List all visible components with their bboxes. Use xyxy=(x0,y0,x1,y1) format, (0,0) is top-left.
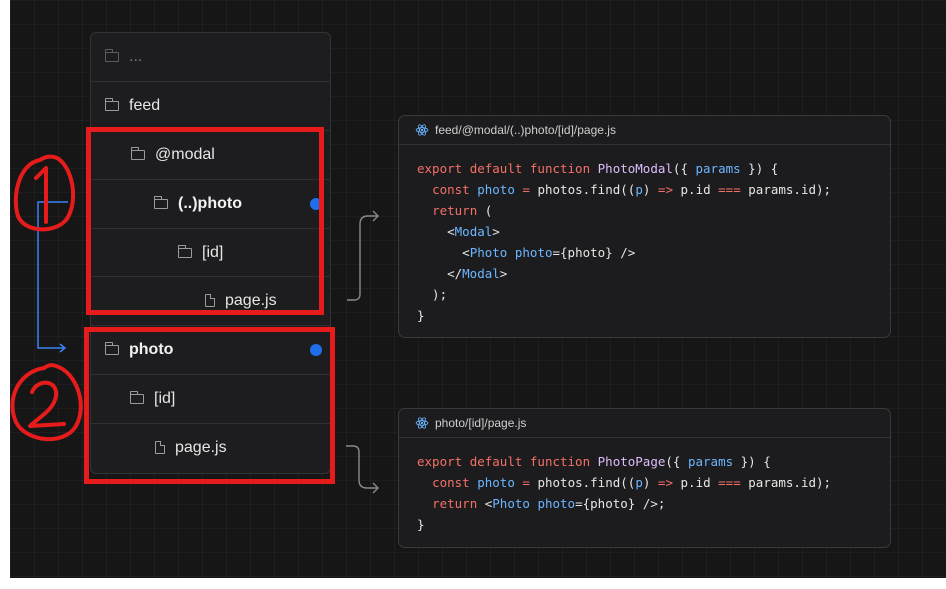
annotation-circle-two xyxy=(10,363,83,441)
annotation-digit-two xyxy=(28,380,66,428)
connector-layer xyxy=(10,154,379,494)
bracket-connector-one xyxy=(347,215,377,301)
bracket-connector-two xyxy=(346,445,377,489)
diagram-canvas: ... feed @modal (..)photo [id] page.js p… xyxy=(10,0,946,578)
